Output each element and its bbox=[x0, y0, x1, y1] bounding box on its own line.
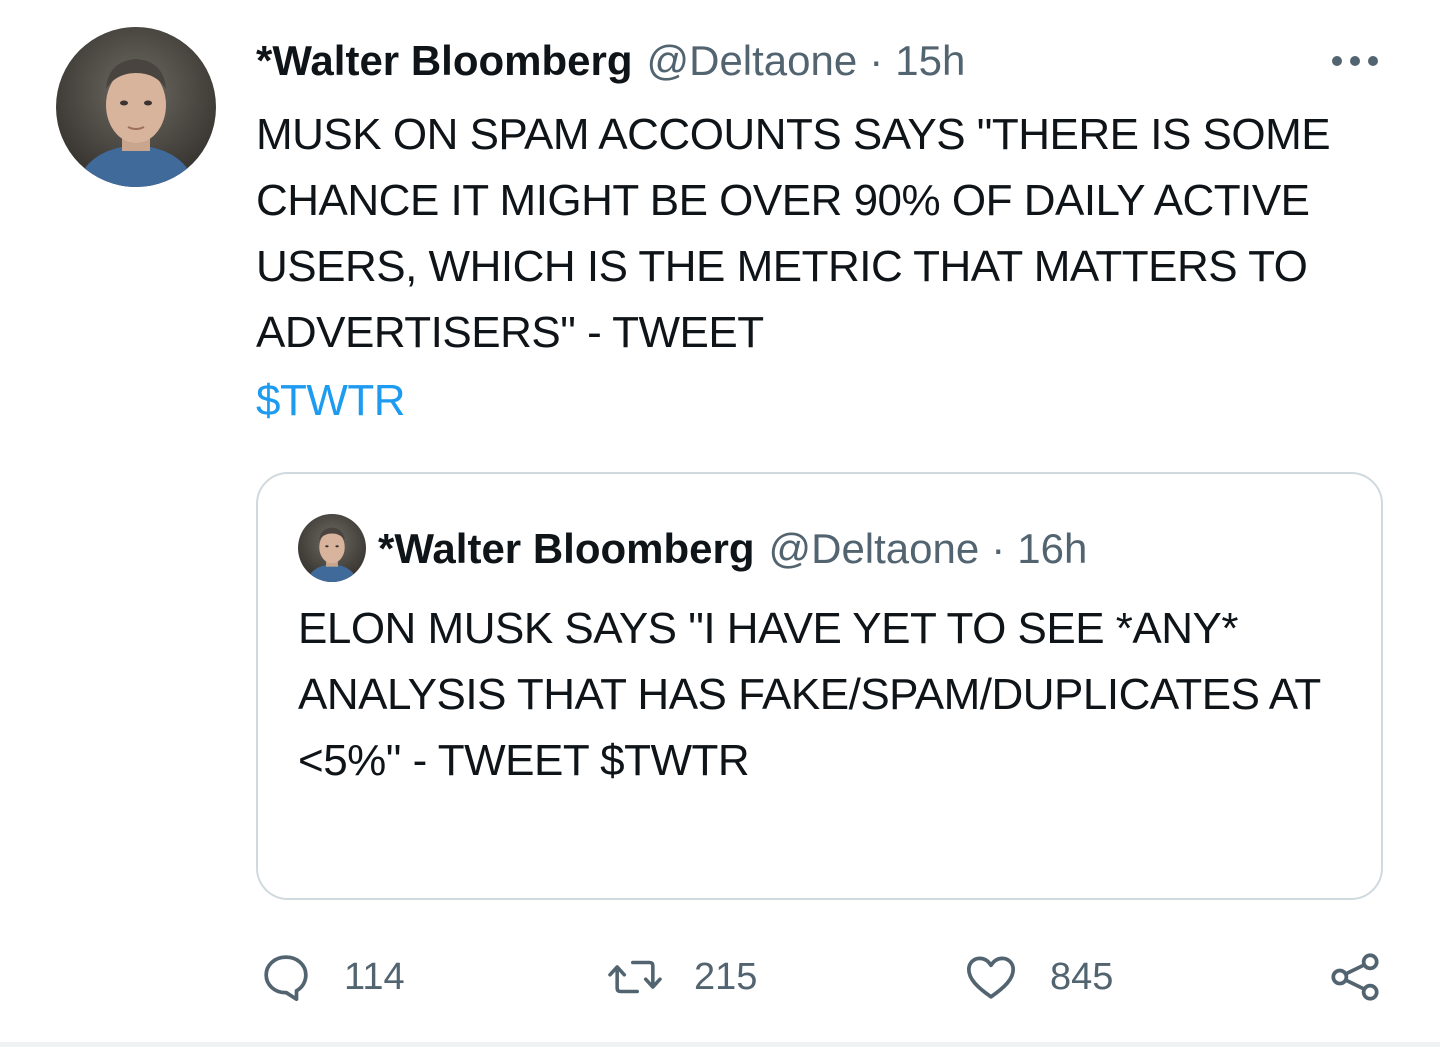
tweet-timestamp[interactable]: 15h bbox=[895, 37, 965, 85]
share-icon bbox=[1331, 953, 1379, 1001]
retweet-button[interactable]: 215 bbox=[606, 944, 757, 1010]
reply-count: 114 bbox=[344, 955, 405, 998]
heart-icon bbox=[966, 956, 1016, 999]
author-name[interactable]: *Walter Bloomberg bbox=[256, 37, 632, 85]
reply-button[interactable]: 114 bbox=[258, 944, 405, 1010]
header-separator: · bbox=[869, 37, 884, 84]
bottom-divider bbox=[0, 1042, 1440, 1047]
quoted-tweet-card[interactable]: *Walter Bloomberg @Deltaone · 16h ELON M… bbox=[256, 472, 1383, 900]
tweet-actions-bar: 114 215 845 bbox=[256, 944, 1386, 1010]
retweet-count: 215 bbox=[694, 955, 758, 998]
like-count: 845 bbox=[1050, 955, 1114, 998]
quoted-author-handle: @Deltaone bbox=[768, 525, 980, 572]
quoted-avatar-photo bbox=[298, 514, 366, 582]
tweet-text: MUSK ON SPAM ACCOUNTS SAYS "THERE IS SOM… bbox=[256, 110, 1331, 357]
quoted-author-name: *Walter Bloomberg bbox=[378, 525, 755, 572]
quoted-tweet-text: ELON MUSK SAYS "I HAVE YET TO SEE *ANY* … bbox=[298, 604, 1320, 785]
reply-icon bbox=[264, 955, 308, 1002]
share-button[interactable] bbox=[1326, 944, 1384, 1010]
more-options-button[interactable] bbox=[1326, 44, 1384, 78]
retweet-icon bbox=[608, 960, 662, 994]
author-avatar[interactable] bbox=[56, 27, 216, 187]
like-button[interactable]: 845 bbox=[962, 944, 1113, 1010]
quoted-tweet-timestamp: 16h bbox=[1017, 525, 1088, 572]
quoted-tweet-header: *Walter Bloomberg @Deltaone · 16h bbox=[378, 522, 1087, 576]
tweet[interactable]: *Walter Bloomberg @Deltaone · 15h MUSK O… bbox=[0, 0, 1440, 1047]
quoted-header-separator: · bbox=[991, 525, 1006, 572]
tweet-header: *Walter Bloomberg @Deltaone · 15h bbox=[256, 34, 965, 88]
more-horizontal-icon bbox=[1332, 56, 1378, 66]
cashtag-link[interactable]: $TWTR bbox=[256, 368, 406, 434]
author-handle[interactable]: @Deltaone bbox=[646, 37, 857, 85]
avatar-photo bbox=[56, 27, 216, 187]
quoted-author-avatar bbox=[298, 514, 366, 582]
